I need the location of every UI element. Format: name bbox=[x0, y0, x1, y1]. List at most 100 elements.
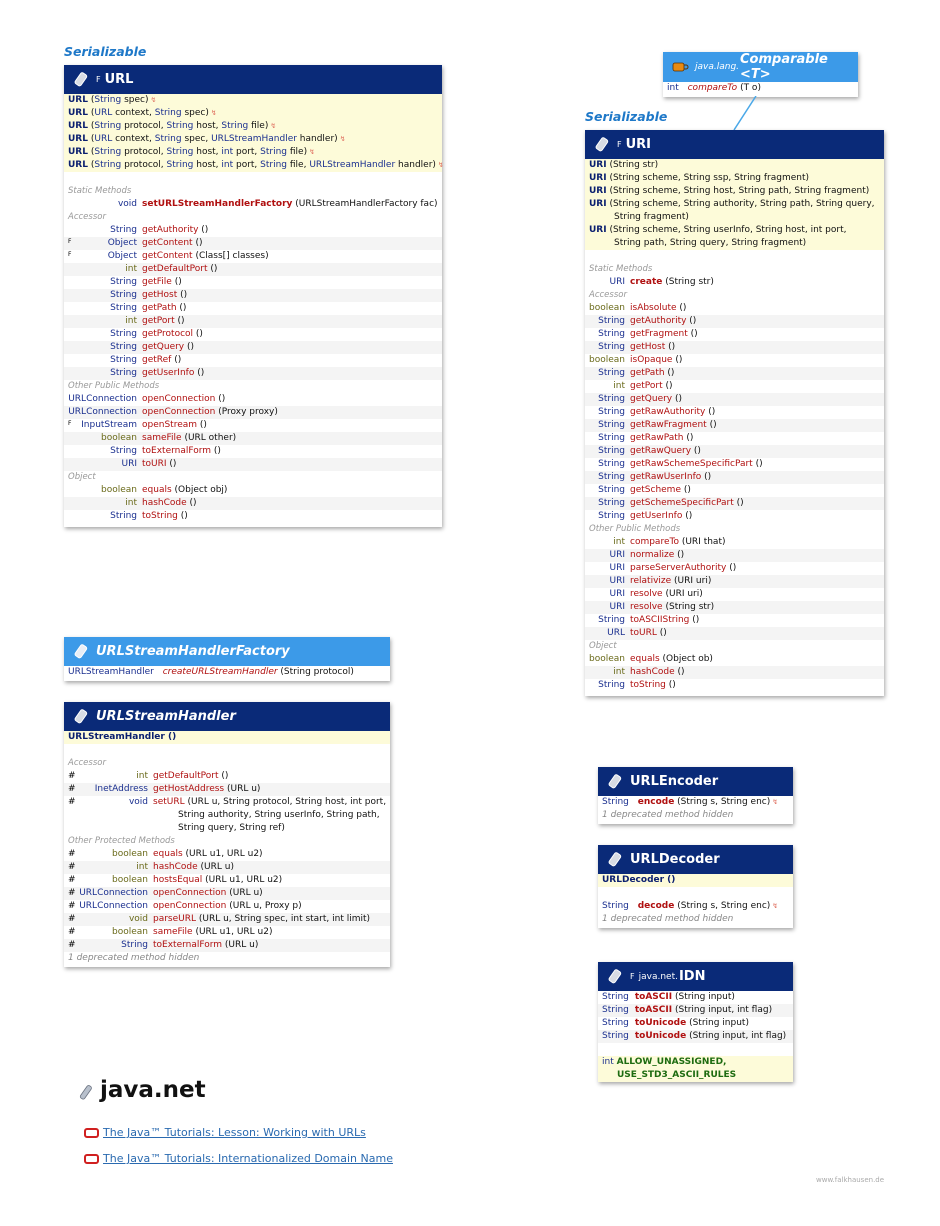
method-row[interactable]: URI relativize (URI uri) bbox=[585, 575, 884, 588]
method-row[interactable]: String getProtocol () bbox=[64, 328, 442, 341]
method-row[interactable]: # int getDefaultPort () bbox=[64, 770, 390, 783]
class-header-url[interactable]: F URL bbox=[64, 65, 442, 94]
method-row[interactable]: # String toExternalForm (URL u) bbox=[64, 939, 390, 952]
class-header-uri[interactable]: F URI bbox=[585, 130, 884, 159]
method-row[interactable]: boolean sameFile (URL other) bbox=[64, 432, 442, 445]
link-text[interactable]: The Java™ Tutorials: Internationalized D… bbox=[103, 1152, 393, 1165]
method-row[interactable]: String getUserInfo () bbox=[64, 367, 442, 380]
method-row[interactable]: String getHost () bbox=[585, 341, 884, 354]
method-row[interactable]: String toUnicode (String input) bbox=[598, 1017, 793, 1030]
method-row[interactable]: # void parseURL (URL u, String spec, int s… bbox=[64, 913, 390, 926]
method-row[interactable]: URI normalize () bbox=[585, 549, 884, 562]
method-row[interactable]: String decode (String s, String enc) ↯ bbox=[598, 900, 793, 913]
method-row[interactable]: String getRawUserInfo () bbox=[585, 471, 884, 484]
method-row[interactable]: int getPort () bbox=[64, 315, 442, 328]
constructor-row[interactable]: URL (URL context, String spec, URLStream… bbox=[64, 133, 442, 146]
method-row[interactable]: URI create (String str) bbox=[585, 276, 884, 289]
method-row[interactable]: String getQuery () bbox=[64, 341, 442, 354]
class-header-urlstreamhandler[interactable]: URLStreamHandler bbox=[64, 702, 390, 731]
class-box-urldecoder[interactable]: URLDecoder URLDecoder () String decode (… bbox=[598, 845, 793, 928]
link-text[interactable]: The Java™ Tutorials: Lesson: Working wit… bbox=[103, 1126, 366, 1139]
method-row[interactable]: String getQuery () bbox=[585, 393, 884, 406]
constructor-row[interactable]: URL (String protocol, String host, Strin… bbox=[64, 120, 442, 133]
method-row[interactable]: URLConnection openConnection () bbox=[64, 393, 442, 406]
method-row[interactable]: F InputStream openStream () bbox=[64, 419, 442, 432]
field-row[interactable]: int ALLOW_UNASSIGNED, USE_STD3_ASCII_RUL… bbox=[598, 1056, 793, 1082]
method-row[interactable]: String toUnicode (String input, int flag) bbox=[598, 1030, 793, 1043]
method-row[interactable]: String toExternalForm () bbox=[64, 445, 442, 458]
method-row[interactable]: # int hashCode (URL u) bbox=[64, 861, 390, 874]
method-row[interactable]: void setURLStreamHandlerFactory (URLStre… bbox=[64, 198, 442, 211]
method-row[interactable]: String toString () bbox=[585, 679, 884, 692]
method-row[interactable]: String getRef () bbox=[64, 354, 442, 367]
constructor-row[interactable]: URI (String scheme, String userInfo, Str… bbox=[585, 224, 884, 237]
interface-box-comparable[interactable]: java.lang. Comparable <T> int compareTo … bbox=[663, 52, 858, 97]
method-row[interactable]: String getRawQuery () bbox=[585, 445, 884, 458]
method-row[interactable]: int getPort () bbox=[585, 380, 884, 393]
method-row[interactable]: String getRawPath () bbox=[585, 432, 884, 445]
method-row[interactable]: String getAuthority () bbox=[64, 224, 442, 237]
interface-box-urlstreamhandlerfactory[interactable]: URLStreamHandlerFactory URLStreamHandler… bbox=[64, 637, 390, 681]
method-row[interactable]: # boolean hostsEqual (URL u1, URL u2) bbox=[64, 874, 390, 887]
method-row[interactable]: URL toURL () bbox=[585, 627, 884, 640]
method-row[interactable]: int compareTo (URI that) bbox=[585, 536, 884, 549]
method-row[interactable]: String getFragment () bbox=[585, 328, 884, 341]
class-box-urlstreamhandler[interactable]: URLStreamHandler URLStreamHandler () Acc… bbox=[64, 702, 390, 967]
tutorial-link-urls[interactable]: The Java™ Tutorials: Lesson: Working wit… bbox=[84, 1126, 366, 1139]
constructor-row[interactable]: URLDecoder () bbox=[598, 874, 793, 887]
class-box-urlencoder[interactable]: URLEncoder String encode (String s, Stri… bbox=[598, 767, 793, 824]
method-row[interactable]: String getUserInfo () bbox=[585, 510, 884, 523]
method-row[interactable]: # boolean equals (URL u1, URL u2) bbox=[64, 848, 390, 861]
method-row[interactable]: URI parseServerAuthority () bbox=[585, 562, 884, 575]
method-row[interactable]: boolean isOpaque () bbox=[585, 354, 884, 367]
interface-header-factory[interactable]: URLStreamHandlerFactory bbox=[64, 637, 390, 666]
method-row[interactable]: String toASCII (String input, int flag) bbox=[598, 1004, 793, 1017]
method-row[interactable]: int hashCode () bbox=[64, 497, 442, 510]
method-row[interactable]: URI resolve (String str) bbox=[585, 601, 884, 614]
constructor-row[interactable]: URL (String protocol, String host, int p… bbox=[64, 159, 444, 172]
method-row[interactable]: # URLConnection openConnection (URL u, Pro… bbox=[64, 900, 390, 913]
method-row[interactable]: String getPath () bbox=[585, 367, 884, 380]
method-row[interactable]: F Object getContent (Class[] classes) bbox=[64, 250, 442, 263]
method-row[interactable]: String getAuthority () bbox=[585, 315, 884, 328]
constructor-row[interactable]: URL (String protocol, String host, int p… bbox=[64, 146, 442, 159]
method-row[interactable]: F Object getContent () bbox=[64, 237, 442, 250]
interface-header-comparable[interactable]: java.lang. Comparable <T> bbox=[663, 52, 858, 82]
method-row-seturl[interactable]: # void setURL (URL u, String protocol, S… bbox=[64, 796, 390, 835]
method-row[interactable]: String getHost () bbox=[64, 289, 442, 302]
method-row[interactable]: String toString () bbox=[64, 510, 442, 523]
method-row[interactable]: String getSchemeSpecificPart () bbox=[585, 497, 884, 510]
class-box-url[interactable]: F URL URL (String spec) ↯ URL (URL context… bbox=[64, 65, 444, 527]
constructor-row[interactable]: String fragment) bbox=[585, 211, 884, 224]
constructor-row[interactable]: URI (String scheme, String ssp, String f… bbox=[585, 172, 884, 185]
constructor-row[interactable]: URI (String scheme, String host, String … bbox=[585, 185, 884, 198]
method-row[interactable]: URI resolve (URI uri) bbox=[585, 588, 884, 601]
class-box-uri[interactable]: F URI URI (String str) URI (String scheme… bbox=[585, 130, 884, 696]
method-row[interactable]: int hashCode () bbox=[585, 666, 884, 679]
method-row[interactable]: String getPath () bbox=[64, 302, 442, 315]
constructor-row[interactable]: URL (String spec) ↯ bbox=[64, 94, 442, 107]
constructor-row[interactable]: URLStreamHandler () bbox=[64, 731, 390, 744]
method-row[interactable]: int getDefaultPort () bbox=[64, 263, 442, 276]
method-row[interactable]: String getFile () bbox=[64, 276, 442, 289]
method-row[interactable]: # InetAddress getHostAddress (URL u) bbox=[64, 783, 390, 796]
class-header-urlencoder[interactable]: URLEncoder bbox=[598, 767, 793, 796]
method-row[interactable]: String getRawSchemeSpecificPart () bbox=[585, 458, 884, 471]
constructor-row[interactable]: URL (URL context, String spec) ↯ bbox=[64, 107, 442, 120]
class-header-idn[interactable]: F java.net. IDN bbox=[598, 962, 793, 991]
class-header-urldecoder[interactable]: URLDecoder bbox=[598, 845, 793, 874]
method-row[interactable]: URLConnection openConnection (Proxy proxy… bbox=[64, 406, 442, 419]
method-row[interactable]: URI toURI () bbox=[64, 458, 442, 471]
constructor-row[interactable]: URI (String scheme, String authority, St… bbox=[585, 198, 884, 211]
method-row[interactable]: String toASCII (String input) bbox=[598, 991, 793, 1004]
method-row[interactable]: boolean equals (Object ob) bbox=[585, 653, 884, 666]
constructor-row[interactable]: URI (String str) bbox=[585, 159, 884, 172]
method-row[interactable]: URLStreamHandler createURLStreamHandler … bbox=[64, 666, 390, 679]
method-row[interactable]: int compareTo (T o) bbox=[663, 82, 858, 95]
constructor-row[interactable]: String path, String query, String fragme… bbox=[585, 237, 884, 250]
method-row[interactable]: String getRawAuthority () bbox=[585, 406, 884, 419]
tutorial-link-idn[interactable]: The Java™ Tutorials: Internationalized D… bbox=[84, 1152, 393, 1165]
method-row[interactable]: String toASCIIString () bbox=[585, 614, 884, 627]
method-row[interactable]: String getRawFragment () bbox=[585, 419, 884, 432]
method-row[interactable]: String encode (String s, String enc) ↯ bbox=[598, 796, 793, 809]
